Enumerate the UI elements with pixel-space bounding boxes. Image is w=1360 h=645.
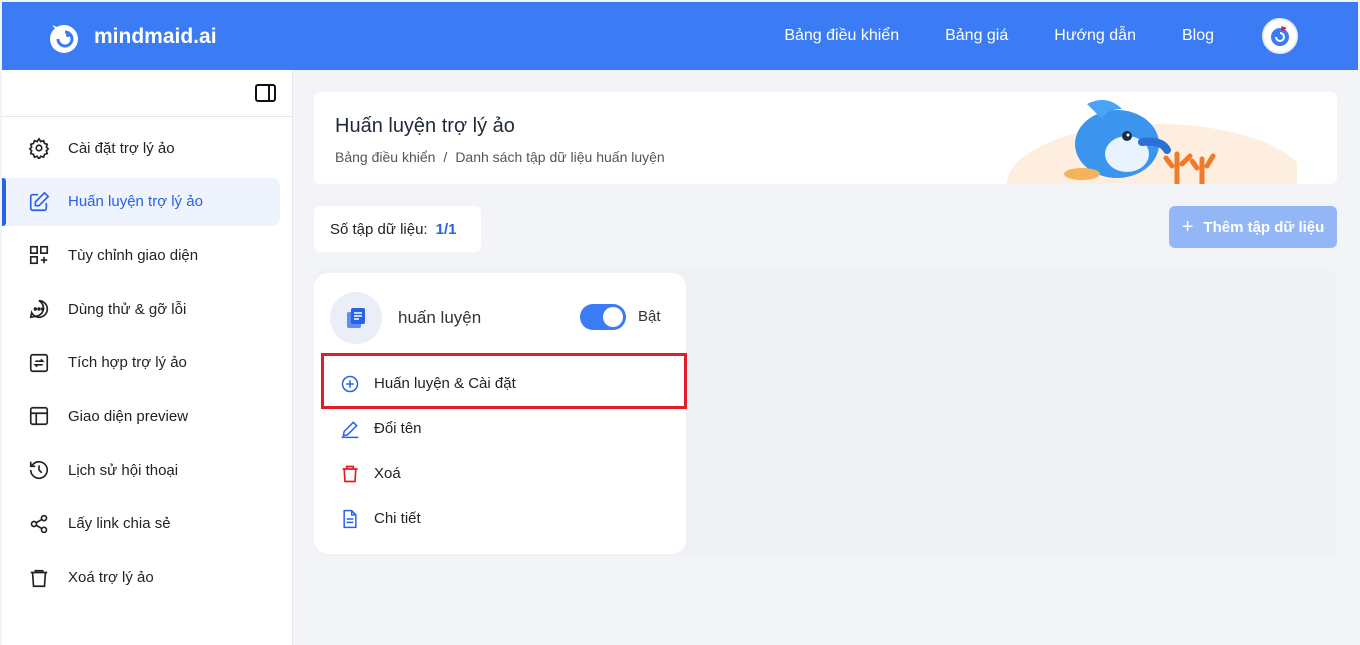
train-settings-action[interactable]: Huấn luyện & Cài đặt — [314, 361, 686, 406]
sidebar-item-delete[interactable]: Xoá trợ lý ảo — [2, 554, 280, 602]
top-nav: Bảng điều khiển Bảng giá Hướng dẫn Blog — [784, 2, 1358, 70]
rename-action[interactable]: Đổi tên — [314, 406, 686, 451]
dataset-name: huấn luyện — [398, 308, 482, 327]
gear-icon — [26, 135, 52, 161]
sidebar-item-label: Dùng thử & gỡ lỗi — [68, 300, 187, 318]
sidebar-item-label: Huấn luyện trợ lý ảo — [68, 193, 203, 211]
dataset-card-header: huấn luyện Bật — [330, 291, 670, 345]
trash-icon — [340, 464, 360, 484]
dataset-card: huấn luyện Bật Huấn luyện & Cài đặt Đổi … — [314, 273, 686, 554]
history-icon — [26, 457, 52, 483]
sidebar-item-history[interactable]: Lịch sử hội thoại — [2, 446, 280, 494]
nav-guide[interactable]: Hướng dẫn — [1054, 27, 1136, 45]
sidebar-item-customize[interactable]: Tùy chỉnh giao diện — [2, 231, 280, 279]
sidebar-item-label: Xoá trợ lý ảo — [68, 569, 154, 586]
integration-icon — [26, 350, 52, 376]
dolphin-mascot-illustration — [1007, 100, 1297, 184]
dataset-enable-toggle[interactable] — [580, 304, 626, 330]
page-header: Huấn luyện trợ lý ảo Bảng điều khiển / D… — [314, 92, 1337, 184]
delete-action[interactable]: Xoá — [314, 451, 686, 496]
page-title: Huấn luyện trợ lý ảo — [335, 115, 515, 137]
breadcrumb-current: Danh sách tập dữ liệu huấn luyện — [455, 149, 665, 165]
avatar[interactable] — [1262, 18, 1298, 54]
action-label: Đổi tên — [374, 420, 422, 437]
sidebar-item-label: Lịch sử hội thoại — [68, 461, 179, 479]
breadcrumb-separator: / — [443, 149, 448, 165]
sidebar-item-share[interactable]: Lấy link chia sẻ — [2, 500, 280, 548]
document-icon — [340, 509, 360, 529]
trash-icon — [26, 565, 52, 591]
sidebar-toggle-icon[interactable] — [255, 84, 276, 102]
dataset-count-label: Số tập dữ liệu: — [330, 220, 428, 238]
brand-logo[interactable]: mindmaid.ai — [44, 17, 217, 57]
nav-dashboard[interactable]: Bảng điều khiển — [784, 27, 899, 45]
dataset-actions: Huấn luyện & Cài đặt Đổi tên Xoá Chi tiế… — [314, 361, 686, 541]
dolphin-logo-icon — [50, 25, 78, 53]
sidebar-item-test[interactable]: Dùng thử & gỡ lỗi — [2, 285, 280, 333]
brand-name: mindmaid.ai — [94, 25, 217, 48]
plus-circle-icon — [340, 374, 360, 394]
sidebar-item-label: Tùy chỉnh giao diện — [68, 246, 199, 264]
edit-icon — [26, 189, 52, 215]
share-icon — [26, 511, 52, 537]
sidebar-item-label: Giao diện preview — [68, 407, 189, 425]
action-label: Xoá — [374, 465, 401, 482]
nav-blog[interactable]: Blog — [1182, 27, 1214, 45]
grid-plus-icon — [26, 242, 52, 268]
sidebar-menu: Cài đặt trợ lý ảo Huấn luyện trợ lý ảo T… — [2, 117, 292, 602]
dataset-count-value: 1/1 — [435, 220, 457, 238]
sidebar-item-preview[interactable]: Giao diện preview — [2, 392, 280, 440]
action-label: Chi tiết — [374, 510, 421, 527]
layout-icon — [26, 403, 52, 429]
document-stack-icon — [330, 292, 382, 344]
sidebar-item-integration[interactable]: Tích hợp trợ lý ảo — [2, 339, 280, 387]
sidebar-item-label: Tích hợp trợ lý ảo — [68, 354, 187, 372]
add-dataset-label: Thêm tập dữ liệu — [1203, 218, 1325, 236]
sidebar-header — [2, 70, 292, 117]
plus-icon: + — [1181, 215, 1194, 238]
sidebar: Cài đặt trợ lý ảo Huấn luyện trợ lý ảo T… — [2, 70, 293, 645]
top-navbar: mindmaid.ai Bảng điều khiển Bảng giá Hướ… — [2, 2, 1358, 70]
sidebar-item-settings[interactable]: Cài đặt trợ lý ảo — [2, 124, 280, 172]
sidebar-item-label: Cài đặt trợ lý ảo — [68, 139, 175, 157]
breadcrumb-dashboard[interactable]: Bảng điều khiển — [335, 149, 435, 165]
sidebar-item-label: Lấy link chia sẻ — [68, 515, 171, 533]
nav-pricing[interactable]: Bảng giá — [945, 27, 1008, 45]
add-dataset-button[interactable]: + Thêm tập dữ liệu — [1169, 206, 1337, 248]
action-label: Huấn luyện & Cài đặt — [374, 375, 516, 392]
breadcrumb: Bảng điều khiển / Danh sách tập dữ liệu … — [335, 149, 665, 165]
user-avatar-icon — [1271, 26, 1289, 46]
dataset-count: Số tập dữ liệu: 1/1 — [314, 206, 481, 252]
pencil-icon — [340, 419, 360, 439]
sidebar-item-training[interactable]: Huấn luyện trợ lý ảo — [2, 177, 280, 226]
details-action[interactable]: Chi tiết — [314, 496, 686, 541]
chat-icon — [26, 296, 52, 322]
toggle-label: Bật — [638, 308, 661, 325]
